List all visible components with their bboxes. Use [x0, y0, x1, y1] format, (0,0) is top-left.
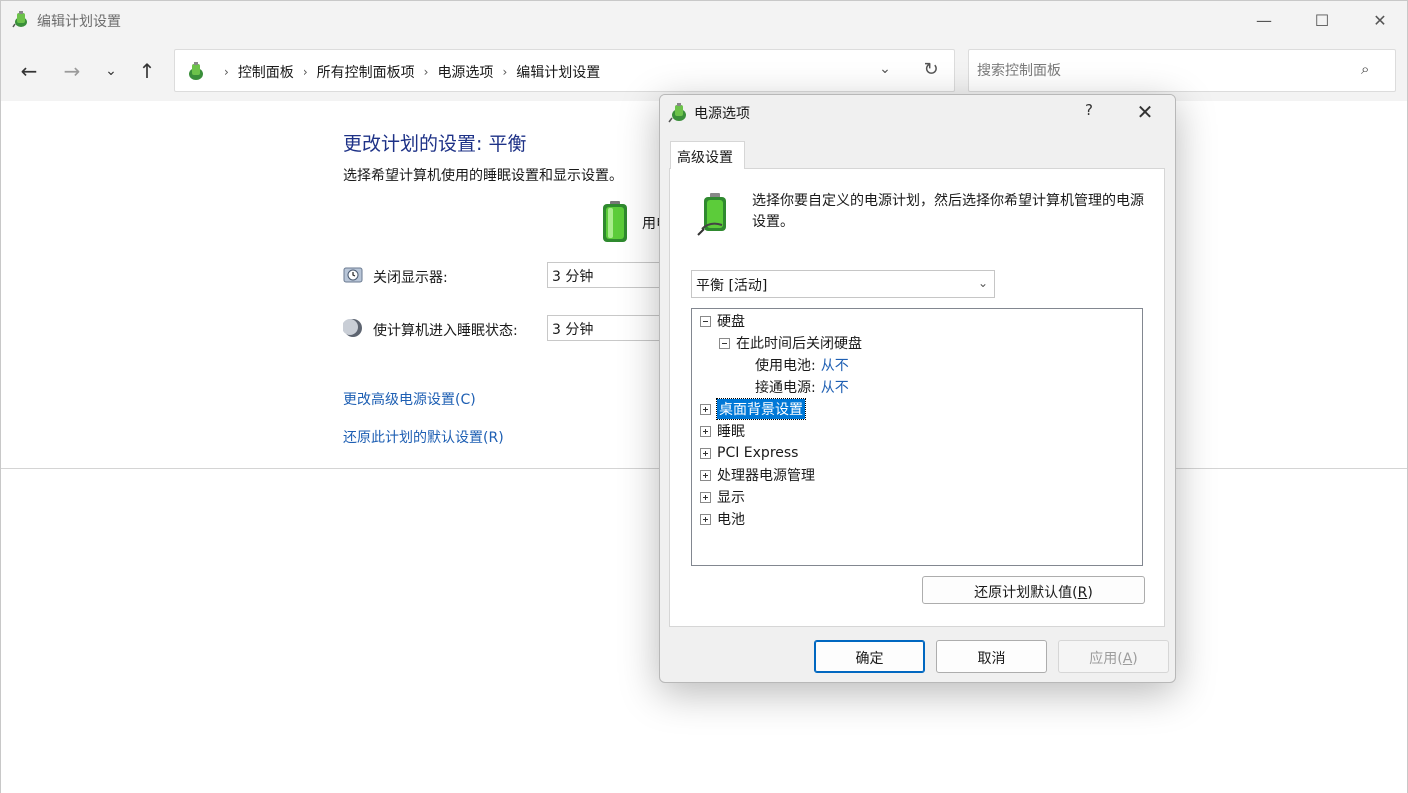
back-arrow-icon[interactable]: ←: [14, 57, 44, 85]
dialog-title-bar: 电源选项 ? ✕: [660, 95, 1175, 129]
expand-icon[interactable]: [700, 425, 711, 437]
control-panel-icon: [189, 62, 203, 80]
window-title: 编辑计划设置: [37, 14, 121, 30]
dialog-title: 电源选项: [694, 106, 750, 122]
cancel-button[interactable]: 取消: [936, 640, 1047, 673]
dialog-close-button[interactable]: ✕: [1130, 100, 1160, 126]
expand-icon[interactable]: [700, 403, 711, 415]
navigation-bar: ← → ⌄ ↑ › 控制面板 › 所有控制面板项 › 电源选项 › 编辑计划设置…: [1, 39, 1407, 101]
turn-off-display-battery-select[interactable]: 3 分钟: [547, 262, 667, 288]
tree-item-display[interactable]: 显示: [700, 487, 745, 507]
power-plan-selected-value: 平衡 [活动]: [696, 278, 768, 294]
refresh-icon[interactable]: ↻: [919, 59, 943, 83]
sleep-moon-icon: [343, 319, 362, 337]
tree-item-label: 电池: [717, 512, 745, 528]
power-options-dialog: 电源选项 ? ✕ 高级设置 选择你要自定义的电源计划，然后选择你希望计算机管理的…: [659, 94, 1176, 683]
breadcrumb-separator-icon[interactable]: ›: [502, 65, 507, 79]
plugged-in-value[interactable]: 从不: [821, 377, 849, 397]
display-clock-icon: [343, 267, 363, 283]
sleep-label: 使计算机进入睡眠状态:: [373, 323, 518, 339]
restore-label-end: ): [1087, 585, 1093, 601]
search-input[interactable]: [977, 60, 1347, 82]
tree-item-label: 使用电池:: [755, 358, 816, 374]
apply-access-key: A: [1122, 651, 1133, 667]
sleep-battery-select[interactable]: 3 分钟: [547, 315, 667, 341]
tree-item-on-battery[interactable]: 使用电池: 从不: [755, 355, 849, 375]
settings-tree: 硬盘 在此时间后关闭硬盘 使用电池: 从不 接通电源: 从不 桌面背景设置 睡眠: [691, 308, 1143, 566]
address-bar[interactable]: › 控制面板 › 所有控制面板项 › 电源选项 › 编辑计划设置 ⌄ ↻: [174, 49, 955, 92]
expand-icon[interactable]: [700, 513, 711, 525]
help-button[interactable]: ?: [1074, 101, 1104, 125]
power-options-app-icon: [12, 11, 27, 28]
expand-icon[interactable]: [700, 469, 711, 481]
tree-item-battery[interactable]: 电池: [700, 509, 745, 529]
recent-locations-chevron-icon[interactable]: ⌄: [96, 57, 126, 85]
power-plan-select[interactable]: 平衡 [活动] ⌄: [691, 270, 995, 298]
tree-item-label: PCI Express: [717, 445, 799, 461]
tree-item-processor-power[interactable]: 处理器电源管理: [700, 465, 815, 485]
restore-label: 还原计划默认值(: [974, 585, 1078, 601]
forward-arrow-icon[interactable]: →: [57, 57, 87, 85]
chevron-down-icon[interactable]: ⌄: [978, 276, 988, 290]
maximize-button[interactable]: ☐: [1293, 1, 1351, 39]
dialog-description: 选择你要自定义的电源计划，然后选择你希望计算机管理的电源设置。: [752, 193, 1144, 230]
tree-item-plugged-in[interactable]: 接通电源: 从不: [755, 377, 849, 397]
tree-item-label: 显示: [717, 490, 745, 506]
breadcrumb-separator-icon: ›: [224, 65, 229, 79]
battery-icon: [603, 201, 627, 242]
breadcrumb-item-all-items[interactable]: 所有控制面板项: [317, 62, 415, 82]
on-battery-value[interactable]: 从不: [821, 355, 849, 375]
tree-item-hard-disk[interactable]: 硬盘: [700, 311, 745, 331]
tree-item-label: 处理器电源管理: [717, 468, 815, 484]
tree-item-label: 接通电源:: [755, 380, 816, 396]
close-button[interactable]: ✕: [1351, 1, 1408, 39]
breadcrumb-item-control-panel[interactable]: 控制面板: [238, 62, 294, 82]
page-title: 更改计划的设置: 平衡: [343, 133, 527, 155]
search-box[interactable]: ⌕: [968, 49, 1396, 92]
tree-item-label: 睡眠: [717, 424, 745, 440]
search-icon[interactable]: ⌕: [1361, 60, 1381, 80]
breadcrumb-separator-icon[interactable]: ›: [303, 65, 308, 79]
title-bar: 编辑计划设置 — ☐ ✕: [1, 1, 1407, 39]
address-history-chevron-icon[interactable]: ⌄: [873, 61, 897, 81]
restore-defaults-link[interactable]: 还原此计划的默认设置(R): [343, 427, 504, 447]
ok-button[interactable]: 确定: [814, 640, 925, 673]
breadcrumb-separator-icon[interactable]: ›: [424, 65, 429, 79]
tab-advanced-settings[interactable]: 高级设置: [670, 141, 745, 169]
minimize-button[interactable]: —: [1235, 1, 1293, 39]
tree-item-pci-express[interactable]: PCI Express: [700, 443, 798, 463]
collapse-icon[interactable]: [719, 337, 730, 349]
tree-item-label: 在此时间后关闭硬盘: [736, 336, 862, 352]
up-arrow-icon[interactable]: ↑: [132, 57, 162, 85]
tree-item-turn-off-hard-disk[interactable]: 在此时间后关闭硬盘: [719, 333, 862, 353]
expand-icon[interactable]: [700, 447, 711, 459]
turn-off-display-label: 关闭显示器:: [373, 270, 448, 286]
breadcrumb-item-power-options[interactable]: 电源选项: [437, 62, 493, 82]
apply-label-end: ): [1132, 651, 1138, 667]
tree-item-sleep[interactable]: 睡眠: [700, 421, 745, 441]
apply-label: 应用(: [1089, 651, 1123, 667]
collapse-icon[interactable]: [700, 315, 711, 327]
breadcrumb-item-edit-plan[interactable]: 编辑计划设置: [516, 62, 600, 82]
tree-item-desktop-background[interactable]: 桌面背景设置: [700, 398, 806, 420]
tree-item-label: 桌面背景设置: [716, 398, 806, 420]
apply-button[interactable]: 应用(A): [1058, 640, 1169, 673]
breadcrumb: › 控制面板 › 所有控制面板项 › 电源选项 › 编辑计划设置: [215, 62, 600, 82]
change-advanced-settings-link[interactable]: 更改高级电源设置(C): [343, 389, 476, 409]
power-options-icon: [668, 103, 686, 123]
page-description: 选择希望计算机使用的睡眠设置和显示设置。: [343, 168, 623, 184]
tree-item-label: 硬盘: [717, 314, 745, 330]
restore-plan-defaults-button[interactable]: 还原计划默认值(R): [922, 576, 1145, 604]
power-plan-icon: [697, 193, 726, 236]
restore-access-key: R: [1077, 585, 1088, 601]
expand-icon[interactable]: [700, 491, 711, 503]
advanced-settings-panel: 选择你要自定义的电源计划，然后选择你希望计算机管理的电源设置。 平衡 [活动] …: [669, 168, 1165, 627]
